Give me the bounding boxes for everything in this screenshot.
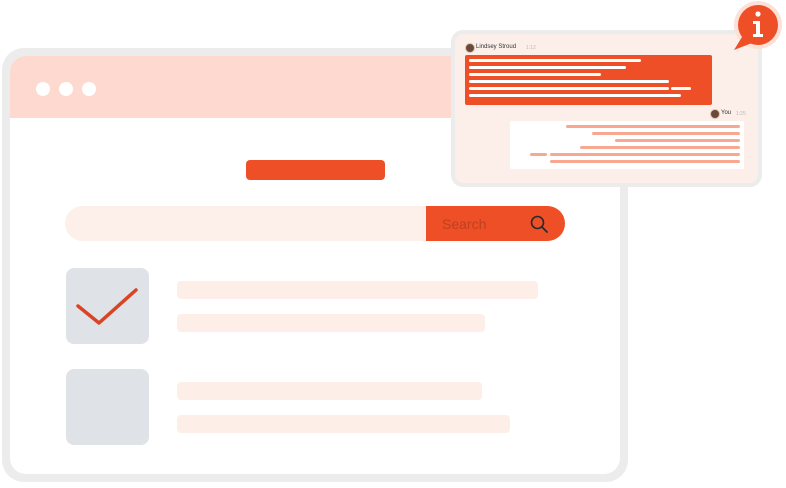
task-checkbox-checked[interactable] (66, 268, 149, 344)
message-text-line (671, 87, 691, 90)
task-text-placeholder (177, 415, 510, 433)
search-bar: Search (65, 206, 565, 241)
search-button-label: Search (442, 215, 487, 232)
outgoing-sender-name: You (721, 110, 732, 116)
incoming-timestamp: 1:12 (526, 45, 536, 51)
task-text-placeholder (177, 382, 482, 400)
window-control-dot[interactable] (36, 82, 50, 96)
search-button[interactable]: Search (426, 206, 565, 241)
incoming-message-bubble (465, 55, 712, 105)
search-input[interactable] (65, 206, 457, 241)
incoming-sender-name: Lindsey Stroud (476, 44, 517, 50)
message-text-line (469, 66, 626, 69)
task-text-placeholder (177, 314, 485, 332)
outgoing-message-bubble (510, 121, 744, 169)
message-text-line (530, 153, 547, 156)
avatar (710, 109, 720, 119)
task-text-placeholder (177, 281, 538, 299)
message-text-line (550, 160, 740, 163)
outgoing-timestamp: 1:25 (736, 111, 746, 117)
window-control-dot[interactable] (59, 82, 73, 96)
message-text-line (469, 94, 681, 97)
window-control-dot[interactable] (82, 82, 96, 96)
message-text-line (469, 80, 669, 83)
chat-panel: Lindsey Stroud 1:12 You 1:25 (455, 34, 758, 183)
message-text-line (592, 132, 740, 135)
message-text-line (469, 87, 669, 90)
message-text-line (615, 139, 740, 142)
search-icon (530, 215, 548, 233)
message-text-line (566, 125, 740, 128)
message-text-line (469, 59, 641, 62)
message-text-line (580, 146, 740, 149)
message-text-line (469, 73, 601, 76)
checkmark-icon (76, 288, 138, 325)
chat-popup: Lindsey Stroud 1:12 You 1:25 (451, 30, 762, 187)
task-checkbox-unchecked[interactable] (66, 369, 149, 445)
message-text-line (550, 153, 740, 156)
page-heading-placeholder (246, 160, 385, 180)
avatar (465, 43, 475, 53)
info-icon[interactable] (730, 0, 786, 56)
